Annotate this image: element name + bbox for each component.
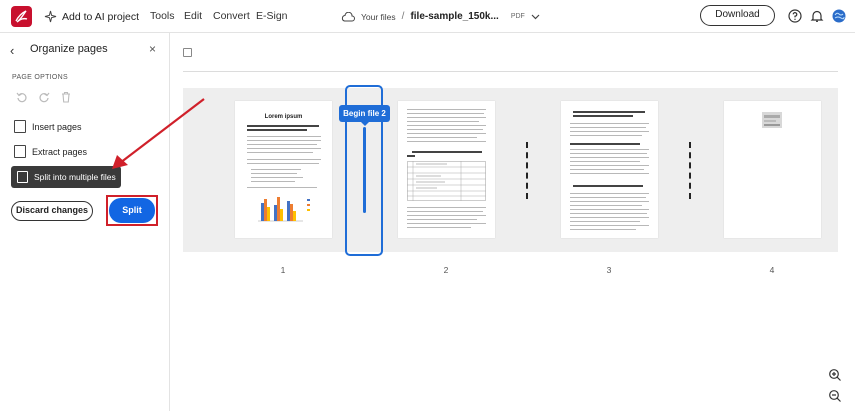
top-toolbar: Add to AI project Tools Edit Convert E-S…: [0, 0, 855, 33]
close-icon[interactable]: ×: [149, 42, 156, 56]
cloud-icon: [341, 11, 355, 21]
extract-pages-option[interactable]: Extract pages: [14, 145, 87, 158]
begin-file-tooltip: Begin file 2: [339, 105, 390, 122]
add-to-ai-project-label: Add to AI project: [62, 10, 140, 23]
page-2-table-image: [407, 161, 486, 201]
zoom-in-icon[interactable]: [828, 368, 842, 382]
page-thumbnail-3[interactable]: [561, 101, 658, 238]
undo-icon[interactable]: [16, 91, 28, 103]
page-thumbnail-2[interactable]: [398, 101, 495, 238]
page-1-chart-image: [258, 197, 310, 222]
help-icon[interactable]: [788, 9, 802, 23]
panel-title: Organize pages: [30, 43, 108, 55]
select-all-checkbox[interactable]: [183, 48, 192, 57]
page-4-image: [762, 112, 782, 128]
split-button[interactable]: Split: [109, 198, 155, 223]
divider: [183, 71, 838, 72]
page-options-heading: PAGE OPTIONS: [12, 74, 68, 81]
menu-convert[interactable]: Convert: [213, 10, 250, 22]
redo-icon[interactable]: [38, 91, 50, 103]
history-actions: [16, 91, 72, 103]
annotation-arrow-icon: [112, 98, 205, 169]
extract-pages-label: Extract pages: [32, 146, 88, 157]
extract-page-icon: [14, 145, 26, 158]
split-divider-2[interactable]: [526, 142, 528, 199]
your-files-link[interactable]: Your files: [361, 12, 396, 22]
split-file-icon: [17, 171, 28, 183]
breadcrumb-separator: /: [401, 11, 405, 22]
menu-edit[interactable]: Edit: [184, 10, 202, 22]
chevron-down-icon[interactable]: [531, 14, 540, 20]
file-name[interactable]: file-sample_150k...: [410, 11, 498, 22]
file-type-badge: PDF: [510, 13, 525, 20]
zoom-out-icon[interactable]: [828, 389, 842, 403]
split-marker-line[interactable]: [363, 127, 366, 213]
back-chevron-icon[interactable]: ‹: [10, 43, 14, 58]
file-breadcrumb: Your files / file-sample_150k... PDF: [341, 8, 540, 25]
discard-changes-button[interactable]: Discard changes: [11, 201, 93, 221]
menu-esign[interactable]: E-Sign: [256, 10, 288, 22]
trash-icon[interactable]: [60, 91, 72, 103]
acrobat-logo-icon[interactable]: [11, 6, 32, 27]
avatar[interactable]: [832, 9, 846, 23]
page-number-4: 4: [769, 265, 775, 275]
page-number-2: 2: [443, 265, 449, 275]
bell-icon[interactable]: [810, 9, 824, 23]
split-divider-3[interactable]: [689, 142, 691, 199]
page-1-title: Lorem ipsum: [264, 114, 303, 120]
insert-pages-option[interactable]: Insert pages: [14, 120, 82, 133]
page-number-3: 3: [606, 265, 612, 275]
page-thumbnail-4[interactable]: [724, 101, 821, 238]
insert-pages-label: Insert pages: [32, 121, 82, 132]
download-button[interactable]: Download: [700, 5, 775, 26]
insert-page-icon: [14, 120, 26, 133]
page-thumbnail-1[interactable]: Lorem ipsum: [235, 101, 332, 238]
add-to-ai-project-button[interactable]: Add to AI project: [44, 8, 139, 25]
organize-pages-panel: ‹ Organize pages × PAGE OPTIONS Insert p…: [0, 33, 170, 411]
tooltip-arrow-icon: [360, 121, 370, 126]
page-number-1: 1: [280, 265, 286, 275]
menu-tools[interactable]: Tools: [150, 10, 175, 22]
ai-sparkle-icon: [44, 10, 57, 23]
